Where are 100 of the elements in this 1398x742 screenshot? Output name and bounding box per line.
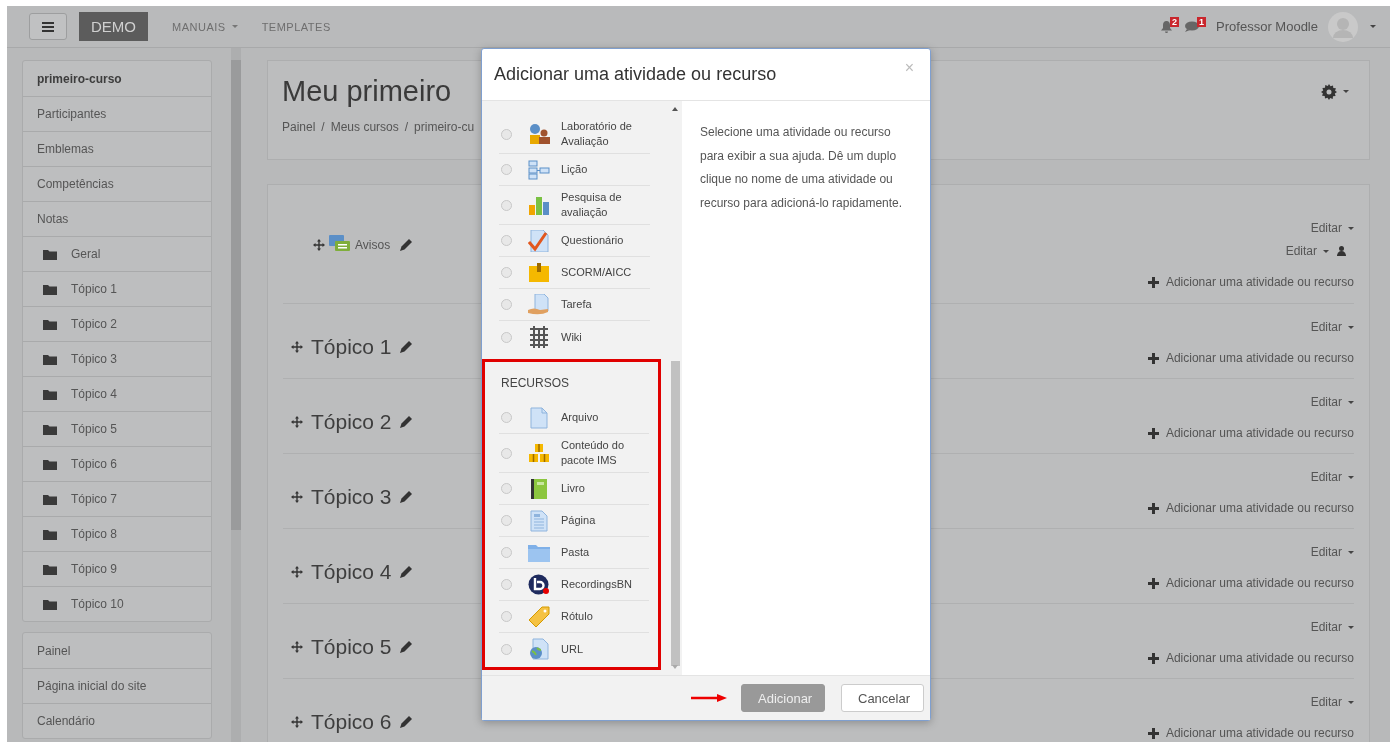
section-nav-label: Tópico 7 <box>71 492 118 506</box>
add-activity-link[interactable]: Adicionar uma atividade ou recurso <box>1147 651 1354 665</box>
pencil-icon[interactable] <box>399 716 412 728</box>
edit-menu-link[interactable]: Editar <box>1285 244 1354 258</box>
section-nav-item[interactable]: Tópico 6 <box>23 446 211 481</box>
bell-icon[interactable] <box>1161 20 1173 33</box>
move-icon[interactable] <box>291 716 303 728</box>
add-activity-link[interactable]: Adicionar uma atividade ou recurso <box>1147 726 1354 740</box>
move-icon[interactable] <box>291 566 303 578</box>
pencil-icon[interactable] <box>399 341 412 353</box>
people-icon <box>528 124 550 144</box>
nav-menu-link[interactable]: MANUAIS <box>172 20 238 33</box>
edit-menu-link[interactable]: Editar <box>1310 470 1354 484</box>
section-nav-item[interactable]: Tópico 4 <box>23 376 211 411</box>
course-nav-title[interactable]: primeiro-curso <box>23 61 211 96</box>
option-label[interactable]: Pasta <box>561 545 590 560</box>
edit-menu-link[interactable]: Editar <box>1310 320 1354 334</box>
option-label[interactable]: Arquivo <box>561 410 599 425</box>
move-icon[interactable] <box>291 491 303 503</box>
globe-document-icon <box>529 638 549 660</box>
section-nav-item[interactable]: Geral <box>23 236 211 271</box>
settings-icon[interactable] <box>1321 83 1337 100</box>
pencil-icon[interactable] <box>399 566 412 578</box>
option-label[interactable]: Tarefa <box>561 297 592 312</box>
option-label[interactable]: Lição <box>561 162 588 177</box>
person-icon[interactable] <box>1337 246 1346 256</box>
option-label[interactable]: Questionário <box>561 233 624 248</box>
section-nav-item[interactable]: Tópico 3 <box>23 341 211 376</box>
radio-button[interactable] <box>501 331 512 343</box>
section-nav-item[interactable]: Tópico 5 <box>23 411 211 446</box>
scrollbar-thumb[interactable] <box>231 60 241 530</box>
radio-button[interactable] <box>501 611 512 622</box>
move-icon[interactable] <box>291 416 303 428</box>
course-nav-item[interactable]: Notas <box>23 201 211 236</box>
section-nav-item[interactable]: Tópico 2 <box>23 306 211 341</box>
scrollbar-thumb[interactable] <box>671 361 680 666</box>
group-heading: RECURSOS <box>500 375 570 392</box>
move-icon[interactable] <box>291 641 303 653</box>
user-name[interactable]: Professor Moodle <box>1216 19 1318 34</box>
breadcrumb-link[interactable]: Meus cursos <box>330 120 399 134</box>
option-label[interactable]: SCORM/AICC <box>561 265 632 280</box>
add-activity-link[interactable]: Adicionar uma atividade ou recurso <box>1147 501 1354 515</box>
edit-menu-link[interactable]: Editar <box>1310 395 1354 409</box>
radio-button[interactable] <box>501 643 512 655</box>
option-label[interactable]: Livro <box>561 481 585 496</box>
radio-button[interactable] <box>501 267 512 278</box>
site-nav-item[interactable]: Calendário <box>23 703 211 738</box>
chat-bubble-icon[interactable] <box>1185 21 1200 32</box>
option-label[interactable]: Pesquisa de avaliação <box>561 190 646 220</box>
caret-icon[interactable] <box>1370 25 1376 28</box>
edit-menu-link[interactable]: Editar <box>1310 221 1354 235</box>
section-nav-item[interactable]: Tópico 8 <box>23 516 211 551</box>
radio-button[interactable] <box>501 515 512 526</box>
section-nav-item[interactable]: Tópico 10 <box>23 586 211 621</box>
course-nav-item[interactable]: Emblemas <box>23 131 211 166</box>
add-activity-link[interactable]: Adicionar uma atividade ou recurso <box>1147 426 1354 440</box>
radio-button[interactable] <box>501 483 512 494</box>
course-nav-item[interactable]: Competências <box>23 166 211 201</box>
add-activity-link[interactable]: Adicionar uma atividade ou recurso <box>1147 351 1354 365</box>
radio-button[interactable] <box>501 547 512 558</box>
site-nav-item[interactable]: Página inicial do site <box>23 668 211 703</box>
move-icon[interactable] <box>313 239 325 251</box>
radio-button[interactable] <box>501 128 512 140</box>
option-label[interactable]: Wiki <box>561 329 582 345</box>
radio-button[interactable] <box>501 199 512 211</box>
breadcrumb-link[interactable]: Painel <box>282 120 316 134</box>
site-logo[interactable]: DEMO <box>79 12 148 41</box>
option-label[interactable]: Conteúdo do pacote IMS <box>561 438 646 468</box>
option-label[interactable]: RecordingsBN <box>561 577 632 592</box>
option-label[interactable]: Rótulo <box>561 609 593 624</box>
edit-menu-link[interactable]: Editar <box>1310 545 1354 559</box>
activity-link[interactable]: Avisos <box>355 238 391 252</box>
radio-button[interactable] <box>501 447 512 459</box>
move-icon[interactable] <box>291 341 303 353</box>
edit-menu-link[interactable]: Editar <box>1310 620 1354 634</box>
course-nav-item[interactable]: Participantes <box>23 96 211 131</box>
option-label[interactable]: Página <box>561 513 596 528</box>
section-nav-item[interactable]: Tópico 7 <box>23 481 211 516</box>
option-label[interactable]: Laboratório de Avaliação <box>561 119 646 149</box>
pencil-icon[interactable] <box>399 641 412 653</box>
caret-icon[interactable] <box>1343 90 1349 93</box>
add-activity-link[interactable]: Adicionar uma atividade ou recurso <box>1147 275 1354 289</box>
cancel-button[interactable]: Cancelar <box>841 684 924 712</box>
section-nav-item[interactable]: Tópico 9 <box>23 551 211 586</box>
radio-button[interactable] <box>501 412 512 423</box>
nav-menu-link[interactable]: TEMPLATES <box>261 20 331 33</box>
pencil-icon[interactable] <box>399 491 412 503</box>
pencil-icon[interactable] <box>400 239 413 251</box>
section-nav-item[interactable]: Tópico 1 <box>23 271 211 306</box>
breadcrumb-link[interactable]: primeiro-cu <box>414 120 475 134</box>
radio-button[interactable] <box>501 235 512 246</box>
site-nav-item[interactable]: Painel <box>23 633 211 668</box>
radio-button[interactable] <box>501 299 512 310</box>
add-activity-link[interactable]: Adicionar uma atividade ou recurso <box>1147 576 1354 590</box>
menu-button[interactable] <box>29 13 67 40</box>
option-label[interactable]: URL <box>561 641 583 657</box>
radio-button[interactable] <box>501 579 512 590</box>
radio-button[interactable] <box>501 164 512 175</box>
pencil-icon[interactable] <box>399 416 412 428</box>
edit-menu-link[interactable]: Editar <box>1310 695 1354 709</box>
